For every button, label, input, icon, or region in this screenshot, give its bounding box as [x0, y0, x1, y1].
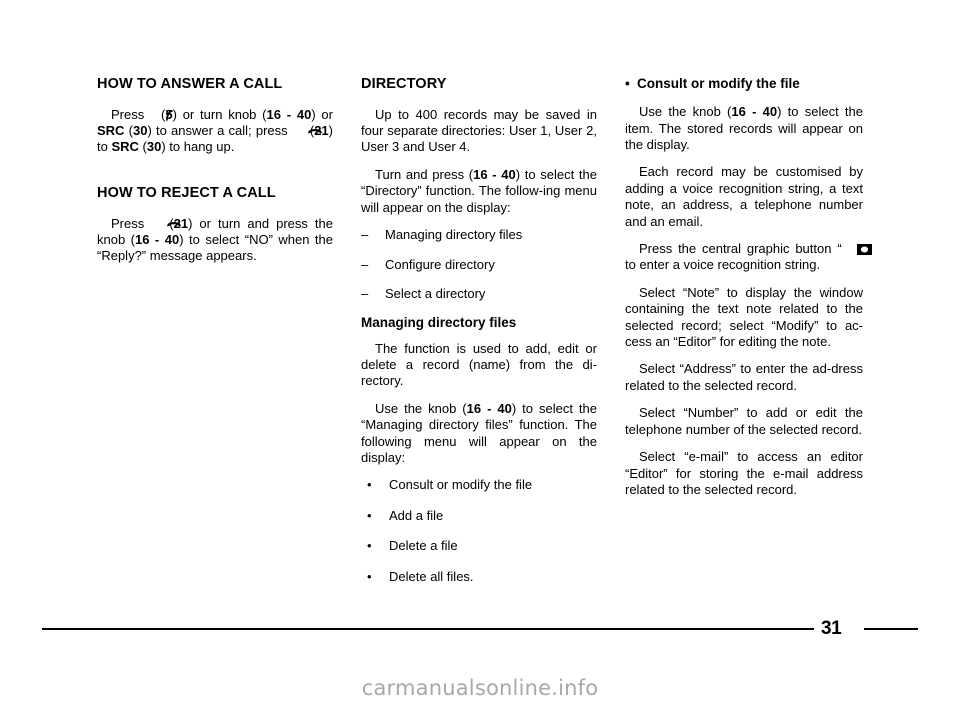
text-turn-knob: ) or turn knob ( [172, 106, 267, 122]
central-graphic-button-icon [843, 243, 872, 256]
page-number: 31 [821, 618, 842, 639]
pickup-phone-icon [151, 109, 173, 121]
bullet-marker: • [367, 538, 372, 554]
paragraph-managing-select: Use the knob (16 - 40) to select the “Ma… [361, 401, 597, 467]
paragraph-select-note: Select “Note” to display the window cont… [625, 284, 863, 350]
bullet-consult-or-modify-the-file: Consult or modify the file [389, 477, 533, 493]
manual-page: HOW TO ANSWER A CALL Press (5) or turn k… [0, 0, 960, 709]
ref-16-40-d: 16 - 40 [466, 400, 512, 416]
ref-16-40-b: 16 - 40 [135, 231, 180, 247]
hangup-phone-icon [152, 217, 182, 227]
column-middle: DIRECTORY Up to 400 records may be saved… [361, 76, 597, 586]
text-paren-open-30b: ( [138, 139, 147, 155]
ref-16-40-a: 16 - 40 [266, 106, 312, 122]
paragraph-managing-function: The function is used to add, edit or del… [361, 340, 597, 389]
subheading-managing-directory-files: Managing directory files [361, 315, 517, 331]
bullet-delete-a-file: Delete a file [389, 538, 458, 554]
paragraph-select-number: Select “Number” to add or edit the telep… [625, 405, 863, 437]
paragraph-central-graphic-button: Press the central graphic button “” to e… [625, 241, 872, 274]
ref-16-40-e: 16 - 40 [731, 104, 778, 120]
paragraph-directory-select: Turn and press (16 - 40) to select the “… [361, 167, 597, 216]
bullet-heading-consult-or-modify-the-file: • Consult or modify the file [625, 76, 863, 92]
text-use-knob-right: Use the knob ( [639, 104, 732, 120]
heading-directory: DIRECTORY [361, 76, 447, 92]
text-or: ) or [311, 106, 333, 122]
text-press: Press [111, 106, 145, 122]
footer-rule-long [42, 628, 814, 630]
list-item[interactable]: – Configure directory [361, 257, 597, 273]
label-src-1: SRC [97, 123, 125, 139]
text-turn-press: Turn and press ( [375, 166, 474, 182]
bullet-marker: • [367, 568, 372, 584]
ref-30-b: 30 [146, 139, 162, 155]
list-item[interactable]: – Managing directory files [361, 227, 597, 243]
bullet-delete-all-files: Delete all files. [389, 568, 474, 584]
dash-marker: – [361, 256, 369, 272]
bullet-add-a-file: Add a file [389, 507, 444, 523]
text-paren-open-30a: ( [124, 123, 133, 139]
footer-rule-short [864, 628, 918, 630]
column-left: HOW TO ANSWER A CALL Press (5) or turn k… [97, 76, 333, 586]
bullet-marker: • [367, 507, 372, 523]
heading-how-to-answer-a-call: HOW TO ANSWER A CALL [97, 76, 283, 92]
menu-item-select-a-directory: Select a directory [385, 285, 486, 301]
directory-menu-list: – Managing directory files – Configure dir… [361, 227, 597, 302]
list-item[interactable]: – Select a directory [361, 286, 597, 302]
hangup-phone-icon [293, 124, 322, 134]
menu-item-configure-directory: Configure directory [385, 256, 495, 272]
paragraph-reject-call: Press (21) or turn and press the knob (1… [97, 216, 333, 265]
column-right: • Consult or modify the file Use the knob… [625, 76, 872, 586]
text-press-central-button: Press the central graphic button “ [639, 241, 842, 257]
paragraph-directory-capacity: Up to 400 records may be saved in four s… [361, 106, 597, 155]
dash-marker: – [361, 227, 369, 243]
dash-marker: – [361, 285, 369, 301]
list-item[interactable]: • Delete a file [361, 538, 597, 554]
watermark: carmanualsonline.info [361, 676, 599, 700]
page-columns: HOW TO ANSWER A CALL Press (5) or turn k… [97, 76, 872, 586]
text-answer-call-press: ) to answer a call; press [147, 123, 288, 139]
list-item[interactable]: • Delete all files. [361, 569, 597, 585]
text-use-knob: Use the knob ( [375, 400, 467, 416]
paragraph-record-customisation: Each record may be customised by adding … [625, 164, 863, 229]
text-press-reject: Press [111, 215, 145, 231]
page-footer: 31 [0, 618, 960, 640]
menu-item-managing-directory-files: Managing directory files [385, 227, 523, 243]
bullet-marker: • [367, 477, 372, 493]
label-src-2: SRC [111, 139, 139, 155]
bullet-marker: • [625, 76, 630, 91]
ref-30-a: 30 [132, 123, 148, 139]
text-hang-up: ) to hang up. [161, 139, 235, 155]
ref-16-40-c: 16 - 40 [473, 166, 516, 182]
list-item[interactable]: • Add a file [361, 508, 597, 524]
paragraph-select-address: Select “Address” to enter the ad-dress r… [625, 361, 863, 393]
paragraph-use-knob-select-item: Use the knob (16 - 40) to select the ite… [625, 104, 863, 153]
paragraph-answer-call: Press (5) or turn knob (16 - 40) or SRC … [97, 107, 333, 156]
paragraph-select-email: Select “e-mail” to access an editor “Edi… [625, 449, 863, 497]
managing-files-bullet-list: • Consult or modify the file • Add a file … [361, 477, 597, 585]
heading-how-to-reject-a-call: HOW TO REJECT A CALL [97, 184, 276, 201]
bullet-heading-label: Consult or modify the file [637, 76, 800, 91]
list-item[interactable]: • Consult or modify the file [361, 477, 597, 493]
